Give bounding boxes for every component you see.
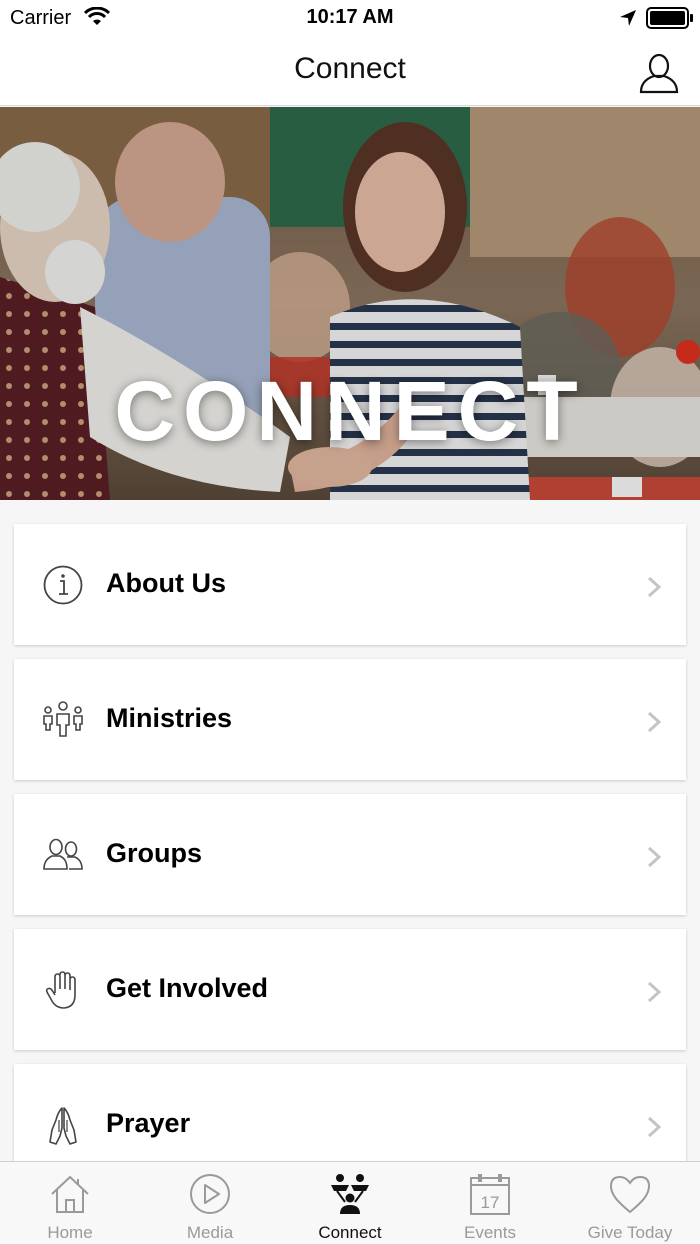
clock: 10:17 AM (306, 6, 394, 28)
battery-icon (646, 7, 694, 34)
person-icon (639, 53, 679, 94)
tab-label: Connect (318, 1223, 382, 1242)
play-icon (190, 1174, 230, 1214)
tab-label: Give Today (587, 1223, 673, 1242)
home-icon (51, 1175, 89, 1213)
page-title: Connect (294, 52, 406, 85)
tab-bar: Home Media Connect 17 Events Give Today (0, 1161, 700, 1244)
tab-media[interactable]: Media (140, 1162, 280, 1244)
chevron-right-icon (647, 846, 662, 868)
menu-item-label: About Us (106, 568, 226, 598)
menu-item-get-involved[interactable]: Get Involved (14, 929, 686, 1050)
praying-hands-icon (49, 1107, 77, 1145)
profile-button[interactable] (636, 52, 682, 96)
info-icon (43, 565, 83, 605)
menu-item-label: Ministries (106, 703, 233, 733)
tab-home[interactable]: Home (0, 1162, 140, 1244)
people-group-icon (43, 701, 83, 737)
hand-icon (45, 971, 76, 1009)
tab-label: Media (186, 1223, 234, 1242)
tab-connect[interactable]: Connect (280, 1162, 420, 1244)
menu-item-about-us[interactable]: About Us (14, 524, 686, 645)
chevron-right-icon (647, 1116, 662, 1138)
users-icon (43, 838, 83, 870)
chevron-right-icon (647, 981, 662, 1003)
menu-item-groups[interactable]: Groups (14, 794, 686, 915)
tab-events[interactable]: 17 Events (420, 1162, 560, 1244)
connect-icon (331, 1174, 369, 1214)
chevron-right-icon (647, 576, 662, 598)
calendar-day: 17 (481, 1193, 500, 1212)
hero-title: CONNECT (114, 364, 586, 458)
status-bar: Carrier 10:17 AM (0, 0, 700, 36)
chevron-right-icon (647, 711, 662, 733)
heart-icon (609, 1175, 651, 1214)
location-arrow-icon (618, 8, 638, 33)
tab-give-today[interactable]: Give Today (560, 1162, 700, 1244)
calendar-icon: 17 (470, 1174, 510, 1215)
hero-banner: CONNECT (0, 107, 700, 500)
tab-label: Events (464, 1223, 516, 1242)
tab-label: Home (47, 1223, 93, 1242)
menu-item-ministries[interactable]: Ministries (14, 659, 686, 780)
nav-bar: Connect (0, 36, 700, 106)
menu-item-label: Groups (106, 838, 203, 868)
menu-item-label: Prayer (106, 1108, 191, 1138)
menu-item-label: Get Involved (106, 973, 269, 1003)
